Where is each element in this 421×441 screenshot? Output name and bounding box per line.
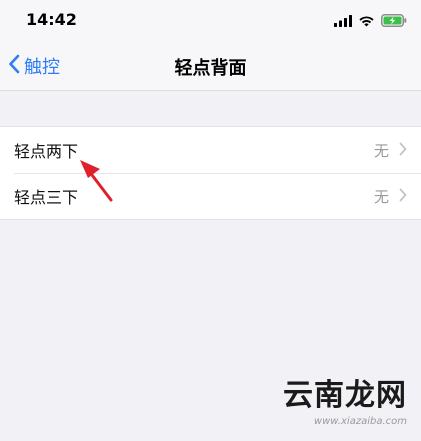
chevron-right-icon [399, 187, 407, 206]
watermark: 云南龙网 www.xiazaiba.com [283, 370, 407, 427]
watermark-url: www.xiazaiba.com [313, 416, 407, 427]
page-title: 轻点背面 [174, 58, 247, 79]
status-bar: 14:42 [0, 0, 421, 40]
list-item-value: 无 [373, 187, 389, 206]
wifi-icon [358, 12, 375, 31]
list-item-label: 轻点三下 [14, 188, 79, 207]
list-item-value: 无 [373, 141, 389, 160]
list-item-detail: 无 [374, 140, 407, 161]
cellular-signal-icon [334, 12, 352, 31]
list-item-double-tap[interactable]: 轻点两下 无 [0, 127, 421, 173]
status-icons [334, 12, 407, 31]
battery-charging-icon [381, 12, 407, 31]
chevron-right-icon [399, 141, 407, 160]
settings-list: 轻点两下 无 轻点三下 无 [0, 126, 421, 220]
list-item-triple-tap[interactable]: 轻点三下 无 [0, 173, 421, 219]
navigation-bar: 触控 轻点背面 [0, 40, 421, 91]
list-item-detail: 无 [374, 186, 407, 207]
status-time: 14:42 [26, 10, 77, 29]
list-item-label: 轻点两下 [14, 142, 79, 161]
watermark-logo: 云南龙网 [283, 378, 407, 413]
